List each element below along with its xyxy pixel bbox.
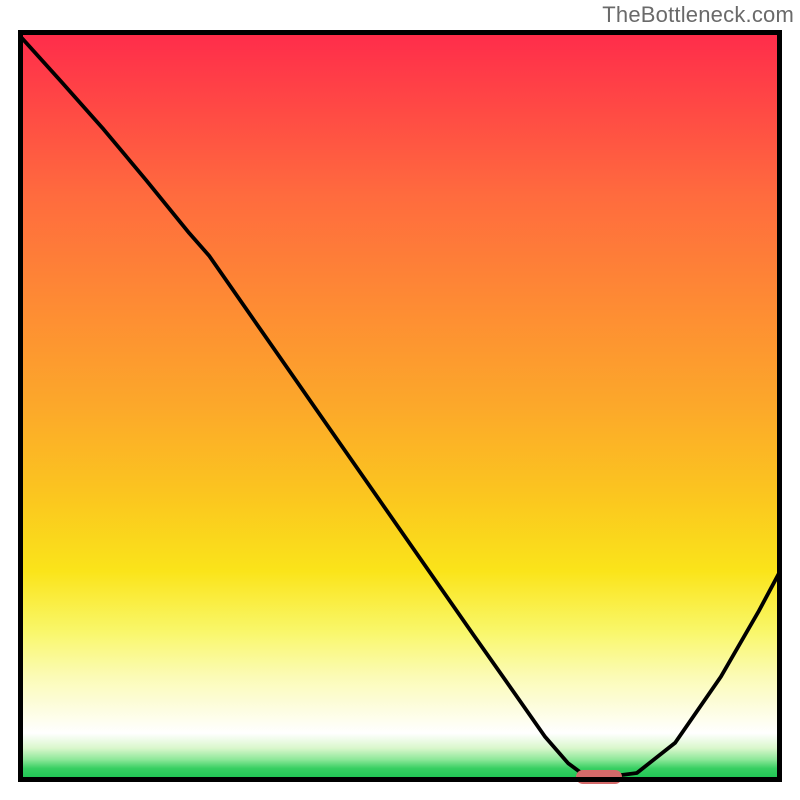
bottleneck-curve <box>18 34 782 776</box>
watermark-text: TheBottleneck.com <box>602 2 794 28</box>
chart-container: TheBottleneck.com <box>0 0 800 800</box>
optimal-marker <box>576 770 622 784</box>
plot-area <box>18 30 782 782</box>
curve-svg <box>18 30 782 782</box>
